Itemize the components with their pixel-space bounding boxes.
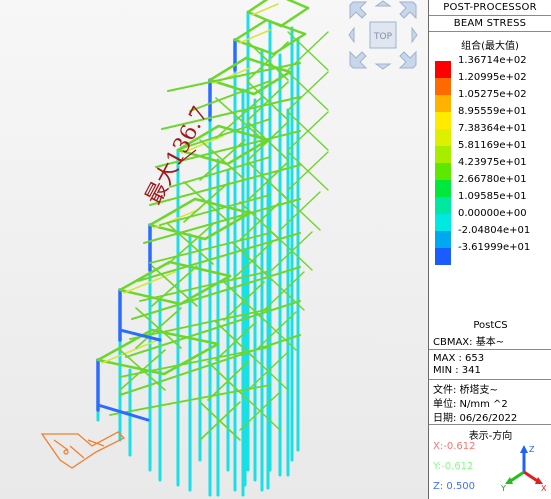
legend-row: -3.61999e+01: [435, 242, 550, 265]
legend-swatch: [435, 248, 451, 265]
legend-value: 2.66780e+01: [458, 174, 527, 185]
legend-value: -3.61999e+01: [458, 242, 531, 253]
legend-value: 1.05275e+02: [458, 89, 527, 100]
base-support-icon: [40, 431, 126, 469]
view-arrow-right-icon[interactable]: [411, 26, 418, 44]
view-x-value: X:-0.612: [433, 441, 476, 452]
view-corner-nw-icon[interactable]: [349, 1, 368, 20]
legend-swatch: [435, 112, 451, 129]
steel-tower-frame: [96, 0, 329, 497]
view-corner-ne-icon[interactable]: [398, 1, 417, 20]
structure-model: 最大136.7: [40, 0, 329, 497]
unit-label: 单位: N/mm ^2: [433, 399, 508, 410]
legend-swatch: [435, 197, 451, 214]
legend-swatch: [435, 129, 451, 146]
legend-value: 4.23975e+01: [458, 157, 527, 168]
legend-value: -2.04804e+01: [458, 225, 531, 236]
legend-value: 8.95559e+01: [458, 106, 527, 117]
legend-value: 7.38364e+01: [458, 123, 527, 134]
result-type-title: BEAM STRESS: [453, 18, 527, 29]
model-viewport[interactable]: 最大136.7 TOP: [0, 0, 428, 499]
view-arrow-left-icon[interactable]: [348, 26, 355, 44]
legend-swatch: [435, 180, 451, 197]
triad-z-label: Z: [529, 445, 535, 454]
view-corner-sw-icon[interactable]: [349, 50, 368, 69]
view-cube[interactable]: TOP: [348, 0, 418, 70]
legend-value: 1.09585e+01: [458, 191, 527, 202]
date-label: 日期: 06/26/2022: [433, 413, 518, 424]
legend-swatch: [435, 95, 451, 112]
view-arrow-top-icon[interactable]: [374, 0, 392, 7]
postcs-label: PostCS: [473, 320, 508, 331]
load-combination-title: 组合(最大值): [461, 41, 519, 52]
view-corner-se-icon[interactable]: [398, 50, 417, 69]
cbmax-label: CBMAX: 基本~: [433, 337, 505, 348]
view-y-value: Y:-0.612: [433, 461, 474, 472]
max-value: MAX : 653: [433, 353, 485, 364]
legend-swatch: [435, 231, 451, 248]
view-z-value: Z: 0.500: [433, 481, 476, 492]
axis-triad-icon: Z Y X: [500, 445, 547, 492]
legend-swatch: [435, 163, 451, 180]
view-direction-title: 表示-方向: [468, 431, 513, 442]
legend-swatch: [435, 78, 451, 95]
legend-value: 1.20995e+02: [458, 72, 527, 83]
min-value: MIN : 341: [433, 365, 481, 376]
legend-panel: POST-PROCESSOR BEAM STRESS 组合(最大值) 1.367…: [428, 0, 551, 499]
post-processor-title: POST-PROCESSOR: [443, 2, 537, 13]
legend-swatch: [435, 146, 451, 163]
legend-value: 1.36714e+02: [458, 55, 527, 66]
file-label: 文件: 桥塔支~: [433, 385, 498, 396]
legend-value: 0.00000e+00: [458, 208, 527, 219]
triad-x-label: X: [541, 484, 547, 492]
legend-swatch: [435, 214, 451, 231]
legend-value: 5.81169e+01: [458, 140, 527, 151]
view-arrow-bottom-icon[interactable]: [374, 63, 392, 70]
triad-y-label: Y: [500, 484, 506, 492]
legend-swatch: [435, 61, 451, 78]
view-cube-top-label: TOP: [373, 32, 393, 42]
